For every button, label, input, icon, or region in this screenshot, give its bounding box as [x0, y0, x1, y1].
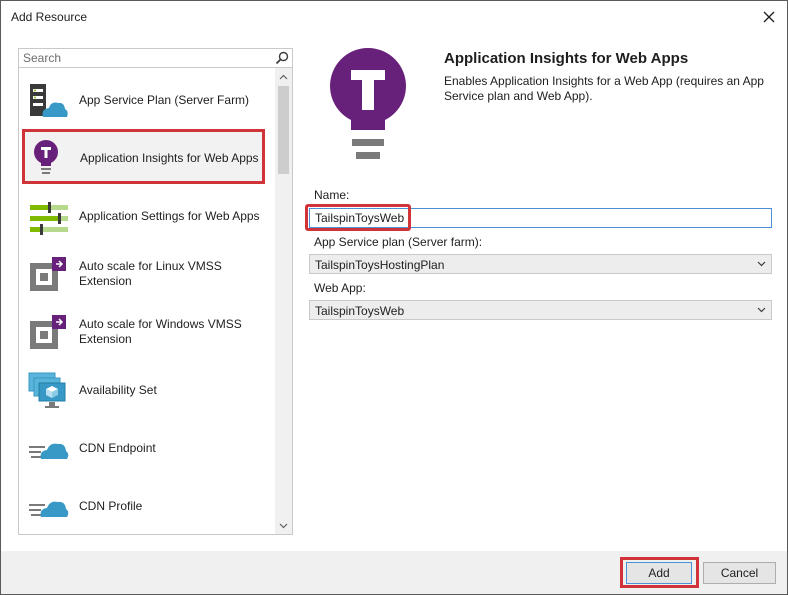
list-item-autoscale-linux[interactable]: Auto scale for Linux VMSS Extension [19, 246, 275, 304]
search-box [18, 48, 293, 68]
list-scrollbar[interactable] [275, 68, 292, 534]
list-item-cdn-endpoint[interactable]: CDN Endpoint [19, 420, 275, 478]
sliders-icon [30, 202, 68, 235]
list-item-autoscale-windows[interactable]: Auto scale for Windows VMSS Extension [19, 304, 275, 362]
chevron-down-icon [757, 261, 766, 267]
chevron-up-icon [279, 74, 288, 79]
app-service-plan-select[interactable]: TailspinToysHostingPlan [309, 254, 772, 274]
list-item-label: Availability Set [79, 383, 157, 397]
add-resource-dialog: Add Resource App Service [0, 0, 788, 595]
list-item-label: Auto scale for Linux VMSS Extension [79, 259, 222, 288]
list-item-label: Application Settings for Web Apps [79, 209, 260, 223]
list-item-label: App Service Plan (Server Farm) [79, 93, 250, 107]
lightbulb-icon [330, 48, 406, 159]
scroll-up-button[interactable] [275, 68, 292, 85]
web-app-value: TailspinToysWeb [315, 304, 405, 318]
search-input[interactable] [23, 50, 273, 66]
name-label: Name: [314, 188, 350, 202]
list-item-label: Auto scale for Windows VMSS Extension [79, 317, 242, 346]
chevron-down-icon [757, 307, 766, 313]
dialog-title: Add Resource [11, 10, 88, 24]
cdn-icon [29, 443, 69, 459]
list-item-availability-set[interactable]: Availability Set [19, 362, 275, 420]
autoscale-icon [30, 257, 66, 291]
app-service-plan-value: TailspinToysHostingPlan [315, 258, 445, 272]
list-item-cdn-profile[interactable]: CDN Profile [19, 478, 275, 534]
web-app-label: Web App: [314, 281, 366, 295]
resource-title: Application Insights for Web Apps [444, 50, 689, 67]
resource-description: Enables Application Insights for a Web A… [444, 74, 764, 103]
cancel-button[interactable]: Cancel [703, 562, 776, 584]
availability-set-icon [28, 372, 66, 408]
autoscale-icon [30, 315, 66, 349]
chevron-down-icon [279, 523, 288, 528]
scroll-thumb[interactable] [278, 86, 289, 174]
scroll-down-button[interactable] [275, 517, 292, 534]
app-service-plan-label: App Service plan (Server farm): [314, 235, 483, 249]
list-item-app-service-plan[interactable]: App Service Plan (Server Farm) [19, 72, 275, 130]
close-icon [763, 11, 775, 23]
cdn-icon [29, 501, 69, 517]
list-item-application-insights[interactable]: Application Insights for Web Apps [22, 129, 265, 184]
add-button[interactable]: Add [626, 562, 692, 584]
resource-list: App Service Plan (Server Farm) Applicati… [18, 68, 293, 535]
list-item-label: CDN Endpoint [79, 441, 156, 455]
lightbulb-icon [34, 140, 58, 174]
web-app-select[interactable]: TailspinToysWeb [309, 300, 772, 320]
app-service-plan-icon [30, 84, 68, 117]
list-item-application-settings[interactable]: Application Settings for Web Apps [19, 188, 275, 246]
search-icon[interactable] [275, 51, 289, 65]
name-input[interactable] [309, 208, 772, 228]
close-button[interactable] [759, 7, 779, 27]
list-item-label: Application Insights for Web Apps [80, 151, 259, 165]
list-item-label: CDN Profile [79, 499, 143, 513]
title-bar: Add Resource [1, 1, 787, 33]
